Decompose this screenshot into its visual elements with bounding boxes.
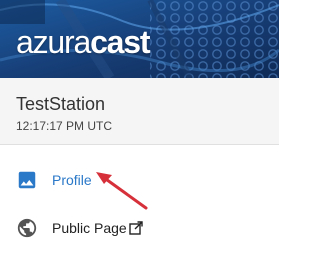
logo-text-cast: cast (90, 24, 150, 60)
external-link-icon (129, 221, 143, 235)
header-banner: azuracast (0, 0, 279, 78)
azuracast-logo[interactable]: azuracast (16, 24, 151, 60)
station-name: TestStation (16, 94, 106, 114)
nav-item-public-page-label: Public Page (52, 220, 127, 236)
station-info: TestStation 12:17:17 PM UTC (0, 78, 279, 145)
image-icon (18, 171, 36, 189)
nav-item-public-page[interactable]: Public Page (0, 208, 279, 248)
globe-icon (17, 218, 37, 238)
nav-item-profile[interactable]: Profile (0, 160, 279, 200)
logo-text-azura: azura (16, 24, 91, 60)
nav-item-profile-label: Profile (52, 172, 92, 188)
station-time: 12:17:17 PM UTC (16, 119, 113, 133)
